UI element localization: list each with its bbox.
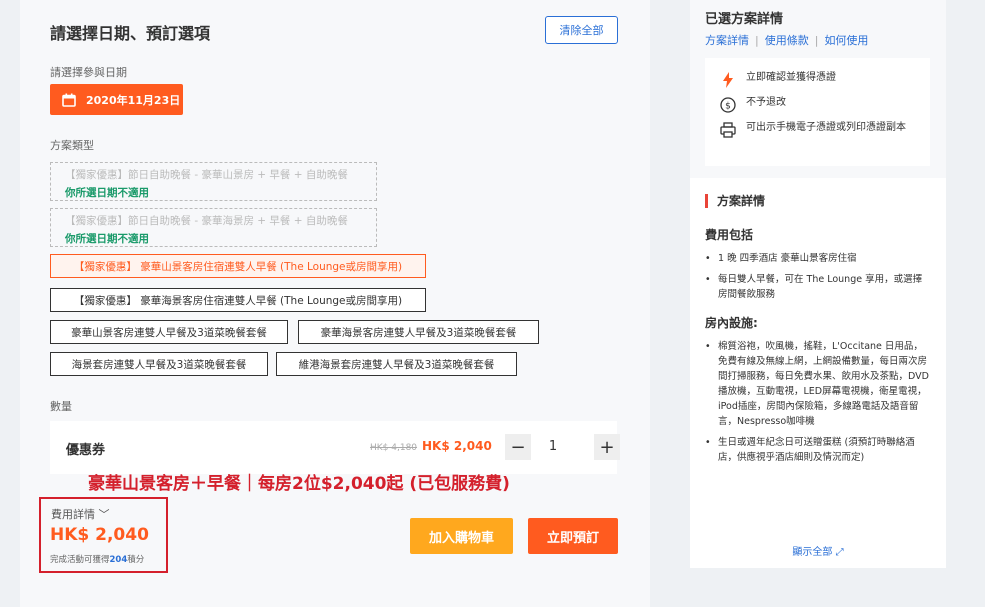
booking-panel: 請選擇日期、預訂選項 清除全部 請選擇參與日期 2020年11月23日 方案類型… [20,0,650,607]
voucher-name: 優惠券 [66,443,106,458]
link-plan-details[interactable]: 方案詳情 [705,34,749,47]
option-disabled-note: 你所選日期不適用 [65,187,149,199]
qty-section-label: 數量 [50,400,72,413]
option-disabled-note: 你所選日期不適用 [65,233,149,245]
list-item: 每日雙人早餐，可在 The Lounge 享用，或選擇房間餐飲服務 [705,272,931,302]
points-note: 完成活動可獲得204積分 [50,555,145,565]
link-terms[interactable]: 使用條款 [765,34,809,47]
option-disabled-2: 【獨家優惠】節日自助晚餐 - 豪華海景房 + 早餐 + 自助晚餐 你所選日期不適… [50,208,377,247]
printer-icon [720,122,736,138]
chevron-down-icon: ﹀ [98,508,110,521]
points-value: 204 [109,555,128,565]
price-details-toggle[interactable]: 費用詳情 ﹀ [51,506,110,522]
add-to-cart-button[interactable]: 加入購物車 [410,518,513,554]
plan-details-section: 方案詳情 費用包括 1 晚 四季酒店 豪華山景客房住宿 每日雙人早餐，可在 Th… [690,178,946,568]
date-picker-button[interactable]: 2020年11月23日 [50,84,183,115]
show-all-link[interactable]: 顯示全部 ⤢ [690,543,946,558]
content-fade [690,496,946,536]
option-mountain-breakfast[interactable]: 【獨家優惠】 豪華山景客房住宿連雙人早餐 (The Lounge或房間享用) [50,254,426,278]
clear-all-button[interactable]: 清除全部 [545,16,618,44]
option-mountain-dinner[interactable]: 豪華山景客房連雙人早餐及3道菜晚餐套餐 [50,320,288,344]
original-price: HK$ 4,180 [370,443,418,453]
quantity-row: 優惠券 HK$ 4,180 HK$ 2,040 − 1 + [50,421,620,474]
date-value: 2020年11月23日 [86,93,181,107]
fee-list: 1 晚 四季酒店 豪華山景客房住宿 每日雙人早餐，可在 The Lounge 享… [705,251,931,302]
option-harbour-suite-dinner[interactable]: 維港海景套房連雙人早餐及3道菜晚餐套餐 [276,352,517,376]
price-summary: 費用詳情 ﹀ HK$ 2,040 完成活動可獲得204積分 [39,497,168,573]
option-sea-dinner[interactable]: 豪華海景客房連雙人早餐及3道菜晚餐套餐 [298,320,539,344]
calendar-icon [62,93,76,107]
total-price: HK$ 2,040 [50,525,149,545]
list-item: 生日或週年紀念日可送贈蛋糕 (須預訂時聯絡酒店，供應視乎酒店細則及情況而定) [705,435,931,465]
list-item: 1 晚 四季酒店 豪華山景客房住宿 [705,251,931,266]
facility-list: 棉質浴袍，吹風機，搖鞋，L'Occitane 日用品，免費有線及無線上網，上網設… [705,339,931,465]
selected-plan-title: 已選方案詳情 [705,12,784,27]
dollar-icon: $ [720,97,736,113]
option-sea-suite-dinner[interactable]: 海景套房連雙人早餐及3道菜晚餐套餐 [50,352,268,376]
decrease-button[interactable]: − [505,434,531,460]
feature-box: 立即確認並獲得憑證 $ 不予退改 可出示手機電子憑證或列印憑證副本 [705,58,930,166]
plan-links: 方案詳情 | 使用條款 | 如何使用 [705,34,869,47]
increase-button[interactable]: + [594,434,620,460]
option-disabled-label: 【獨家優惠】節日自助晚餐 - 豪華海景房 + 早餐 + 自助晚餐 [65,215,348,227]
option-disabled-label: 【獨家優惠】節日自助晚餐 - 豪華山景房 + 早餐 + 自助晚餐 [65,169,348,181]
svg-text:$: $ [725,102,731,112]
quantity-value: 1 [548,439,558,454]
fee-includes-heading: 費用包括 [705,228,754,242]
discount-price: HK$ 2,040 [422,439,492,453]
promo-overlay-text: 豪華山景客房＋早餐｜每房2位$2,040起 (已包服務費) [88,474,510,494]
facilities-heading: 房內設施: [705,316,758,330]
list-item: 棉質浴袍，吹風機，搖鞋，L'Occitane 日用品，免費有線及無線上網，上網設… [705,339,931,429]
page-title: 請選擇日期、預訂選項 [50,24,211,43]
selected-plan-panel: 已選方案詳情 方案詳情 | 使用條款 | 如何使用 立即確認並獲得憑證 $ 不予退改 可… [690,0,946,568]
feature-item: 立即確認並獲得憑證 [720,72,930,88]
lightning-icon [720,72,736,88]
option-disabled-1: 【獨家優惠】節日自助晚餐 - 豪華山景房 + 早餐 + 自助晚餐 你所選日期不適… [50,162,377,201]
date-section-label: 請選擇參與日期 [50,66,127,79]
link-how-to-use[interactable]: 如何使用 [824,34,868,47]
book-now-button[interactable]: 立即預訂 [528,518,618,554]
type-section-label: 方案類型 [50,139,94,152]
option-sea-breakfast[interactable]: 【獨家優惠】 豪華海景客房住宿連雙人早餐 (The Lounge或房間享用) [50,288,426,312]
plan-details-heading: 方案詳情 [705,194,931,208]
feature-item: $ 不予退改 [720,97,930,113]
price-details-label: 費用詳情 [51,508,95,521]
feature-item: 可出示手機電子憑證或列印憑證副本 [720,122,930,138]
